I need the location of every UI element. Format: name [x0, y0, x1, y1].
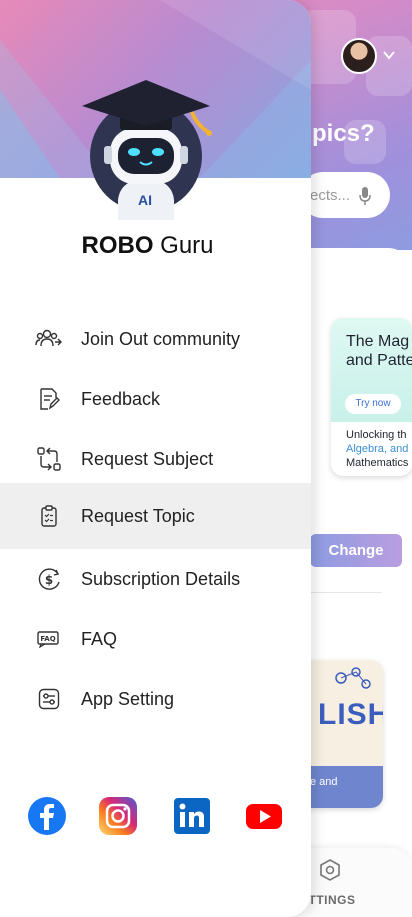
subscription-icon: $	[34, 564, 64, 594]
app-name: ROBO Guru	[0, 232, 295, 260]
desc-line: Unlocking th	[346, 429, 407, 441]
settings-hexagon-icon[interactable]	[318, 858, 342, 882]
app-setting-icon	[34, 684, 64, 714]
youtube-icon[interactable]	[244, 796, 284, 836]
menu-item-feedback[interactable]: Feedback	[0, 366, 311, 432]
topic-card-description: Unlocking th Algebra, and Mathematics	[346, 428, 412, 470]
menu-item-label: Join Out community	[81, 328, 241, 349]
app-name-rest: Guru	[153, 232, 214, 259]
user-avatar[interactable]	[341, 38, 377, 74]
background-title: pics?	[312, 120, 375, 147]
request-subject-icon	[34, 444, 64, 474]
robot-ai-badge: AI	[138, 192, 152, 208]
community-icon	[34, 324, 64, 354]
menu-item-app-setting[interactable]: App Setting	[0, 666, 311, 732]
try-now-button[interactable]: Try now	[345, 394, 401, 414]
topic-card-title: The Mag and Patte	[346, 333, 412, 369]
app-name-bold: ROBO	[81, 232, 154, 259]
subject-card-word: LISH	[318, 698, 383, 731]
change-button[interactable]: Change	[310, 534, 402, 567]
svg-text:FAQ: FAQ	[40, 635, 55, 643]
svg-text:$: $	[45, 573, 53, 587]
search-placeholder: ects...	[310, 187, 351, 204]
instagram-icon[interactable]	[98, 796, 138, 836]
menu-item-label: FAQ	[81, 628, 118, 649]
desc-line: Mathematics	[346, 457, 409, 469]
menu-item-label: Feedback	[81, 388, 161, 409]
linkedin-icon[interactable]	[172, 796, 212, 836]
facebook-icon[interactable]	[27, 796, 67, 836]
menu-item-label: Subscription Details	[81, 568, 241, 589]
desc-line: Algebra, and	[346, 443, 409, 455]
chevron-down-icon[interactable]	[382, 48, 396, 62]
subject-card-text: e and	[310, 776, 338, 788]
menu-item-label: App Setting	[81, 688, 175, 709]
menu-item-subscription[interactable]: $ Subscription Details	[0, 546, 311, 612]
robot-mascot-icon	[82, 80, 212, 220]
menu-item-community[interactable]: Join Out community	[0, 306, 311, 372]
faq-icon: FAQ	[34, 624, 64, 654]
menu-item-label: Request Subject	[81, 448, 214, 469]
mic-icon[interactable]	[358, 186, 372, 206]
feedback-icon	[34, 384, 64, 414]
menu-item-request-topic[interactable]: Request Topic	[0, 483, 311, 549]
navigation-drawer: AI ROBO Guru Join Out community Feedback…	[0, 0, 311, 917]
menu-item-label: Request Topic	[81, 505, 195, 526]
divider	[310, 592, 382, 593]
social-links	[0, 796, 311, 838]
menu-item-faq[interactable]: FAQ FAQ	[0, 606, 311, 672]
request-topic-icon	[34, 501, 64, 531]
topic-card[interactable]: The Mag and Patte Try now Unlocking th A…	[331, 318, 412, 476]
